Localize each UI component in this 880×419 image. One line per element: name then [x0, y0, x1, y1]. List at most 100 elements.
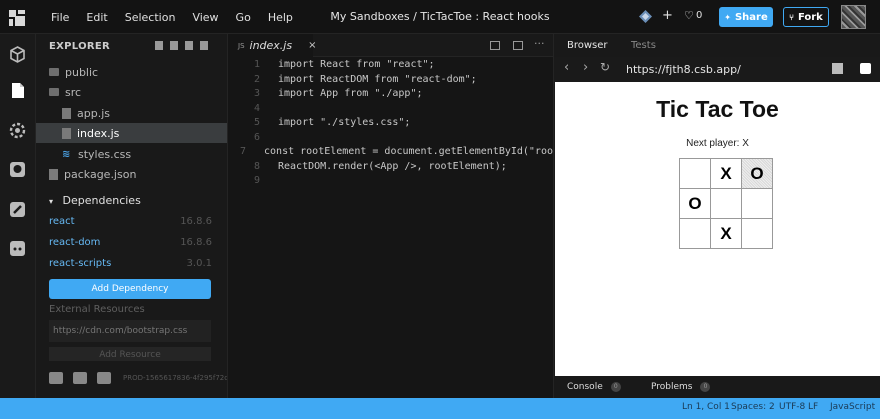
- folder-icon: [49, 88, 59, 96]
- indentation[interactable]: Spaces: 2: [731, 402, 775, 412]
- share-label: Share: [734, 11, 768, 23]
- board-square[interactable]: O: [679, 188, 711, 219]
- discord-icon[interactable]: [9, 240, 26, 257]
- url-bar: ‹ › ↻ https://fjth8.csb.app/: [554, 57, 880, 82]
- new-folder-icon[interactable]: [200, 41, 208, 50]
- cube-icon[interactable]: [9, 46, 26, 63]
- sandbox-title[interactable]: My Sandboxes / TicTacToe : React hooks: [330, 0, 550, 34]
- encoding[interactable]: UTF-8: [779, 402, 805, 412]
- tree-item-label: src: [65, 85, 82, 99]
- upload-icon[interactable]: [170, 41, 178, 50]
- split-view-icon[interactable]: [490, 41, 500, 50]
- codesandbox-logo-icon[interactable]: [9, 10, 25, 26]
- tree-item-src[interactable]: src: [36, 82, 227, 102]
- code-line: 3 import App from "./app";: [228, 88, 553, 103]
- tree-item-styles-css[interactable]: ≋ styles.css: [36, 144, 227, 164]
- tab-index-js[interactable]: JS index.js ×: [228, 34, 316, 57]
- external-resource-input[interactable]: [49, 320, 211, 342]
- board-square[interactable]: [679, 158, 711, 189]
- browser-tab-bar: Browser Tests: [554, 34, 880, 57]
- url-input[interactable]: https://fjth8.csb.app/: [626, 63, 741, 76]
- heart-icon[interactable]: ♡: [684, 9, 694, 22]
- board-square[interactable]: O: [741, 158, 773, 189]
- preview-icon[interactable]: [513, 41, 523, 50]
- github-icon[interactable]: [73, 372, 87, 384]
- add-resource-button[interactable]: Add Resource: [49, 347, 211, 361]
- plus-icon[interactable]: +: [662, 8, 673, 23]
- add-dependency-button[interactable]: Add Dependency: [49, 279, 211, 299]
- explorer-actions: [155, 41, 215, 50]
- menu-help[interactable]: Help: [268, 11, 293, 24]
- tab-tests[interactable]: Tests: [631, 40, 656, 51]
- download-icon[interactable]: [155, 41, 163, 50]
- menu-go[interactable]: Go: [236, 11, 251, 24]
- tree-item-public[interactable]: public: [36, 62, 227, 82]
- fork-icon: ⑂: [789, 12, 794, 22]
- code-line: 9: [228, 175, 553, 190]
- dependency-row[interactable]: react 16.8.6: [49, 216, 212, 227]
- code-text: const rootElement = document.getElementB…: [264, 146, 553, 157]
- board-square[interactable]: [741, 218, 773, 249]
- code-line: 8 ReactDOM.render(<App />, rootElement);: [228, 161, 553, 176]
- console-tab[interactable]: Console 0: [567, 382, 621, 392]
- code-line: 1 import React from "react";: [228, 59, 553, 74]
- dependency-name: react: [49, 216, 75, 227]
- fork-button[interactable]: ⑂ Fork: [783, 7, 829, 27]
- editor-tab-bar: JS index.js × ···: [228, 34, 553, 57]
- diamond-icon[interactable]: [639, 10, 652, 23]
- tree-item-package-json[interactable]: package.json: [36, 164, 227, 184]
- board-square[interactable]: [679, 218, 711, 249]
- cursor-position[interactable]: Ln 1, Col 1: [682, 402, 730, 412]
- rocket-icon[interactable]: [9, 201, 26, 218]
- board-square[interactable]: [741, 188, 773, 219]
- code-content[interactable]: 1 import React from "react"; 2 import Reac…: [228, 59, 553, 190]
- tree-item-index-js[interactable]: index.js: [36, 123, 227, 143]
- tab-browser[interactable]: Browser: [567, 40, 608, 51]
- board-square[interactable]: [710, 188, 742, 219]
- language-mode[interactable]: JavaScript: [830, 402, 875, 412]
- github-icon[interactable]: [9, 161, 26, 178]
- dependency-row[interactable]: react-dom 16.8.6: [49, 237, 212, 248]
- tree-item-label: app.js: [77, 106, 110, 120]
- problems-tab[interactable]: Problems 0: [651, 382, 711, 392]
- share-button[interactable]: ✦ Share: [719, 7, 773, 27]
- close-icon[interactable]: ×: [308, 40, 316, 51]
- new-window-icon[interactable]: [832, 63, 843, 74]
- back-icon[interactable]: ‹: [564, 60, 569, 75]
- fullscreen-icon[interactable]: [860, 63, 871, 74]
- next-player-status: Next player: X: [686, 138, 749, 149]
- like-count: 0: [696, 10, 703, 21]
- dependency-version: 16.8.6: [180, 237, 212, 248]
- board-square[interactable]: X: [710, 218, 742, 249]
- problems-label: Problems: [651, 382, 693, 392]
- new-file-icon[interactable]: [185, 41, 193, 50]
- top-bar: File Edit Selection View Go Help My Sand…: [0, 0, 880, 34]
- settings-icon[interactable]: [9, 122, 26, 139]
- dependencies-header[interactable]: ▾ Dependencies: [49, 194, 141, 207]
- build-id: PROD-1565617836-4f295f72c: [123, 374, 228, 382]
- folder-icon: [49, 68, 59, 76]
- tree-item-label: public: [65, 65, 99, 79]
- console-bar: Console 0 Problems 0: [554, 376, 880, 398]
- tree-item-app-js[interactable]: app.js: [36, 103, 227, 123]
- avatar[interactable]: [841, 5, 866, 29]
- menu-edit[interactable]: Edit: [86, 11, 107, 24]
- code-line: 7 const rootElement = document.getElement…: [228, 146, 553, 161]
- file-icon: [62, 107, 71, 119]
- board-square[interactable]: X: [710, 158, 742, 189]
- menu-view[interactable]: View: [192, 11, 218, 24]
- dependency-row[interactable]: react-scripts 3.0.1: [49, 258, 212, 269]
- more-icon[interactable]: ···: [534, 37, 545, 50]
- menu-selection[interactable]: Selection: [125, 11, 176, 24]
- forward-icon[interactable]: ›: [583, 60, 588, 75]
- line-ending[interactable]: LF: [808, 402, 818, 412]
- status-bar: Ln 1, Col 1 Spaces: 2 UTF-8 LF JavaScrip…: [0, 398, 880, 419]
- menu-file[interactable]: File: [51, 11, 69, 24]
- spectrum-icon[interactable]: [97, 372, 111, 384]
- file-icon[interactable]: [9, 82, 26, 99]
- twitter-icon[interactable]: [49, 372, 63, 384]
- refresh-icon[interactable]: ↻: [600, 60, 610, 74]
- file-icon: [49, 168, 58, 180]
